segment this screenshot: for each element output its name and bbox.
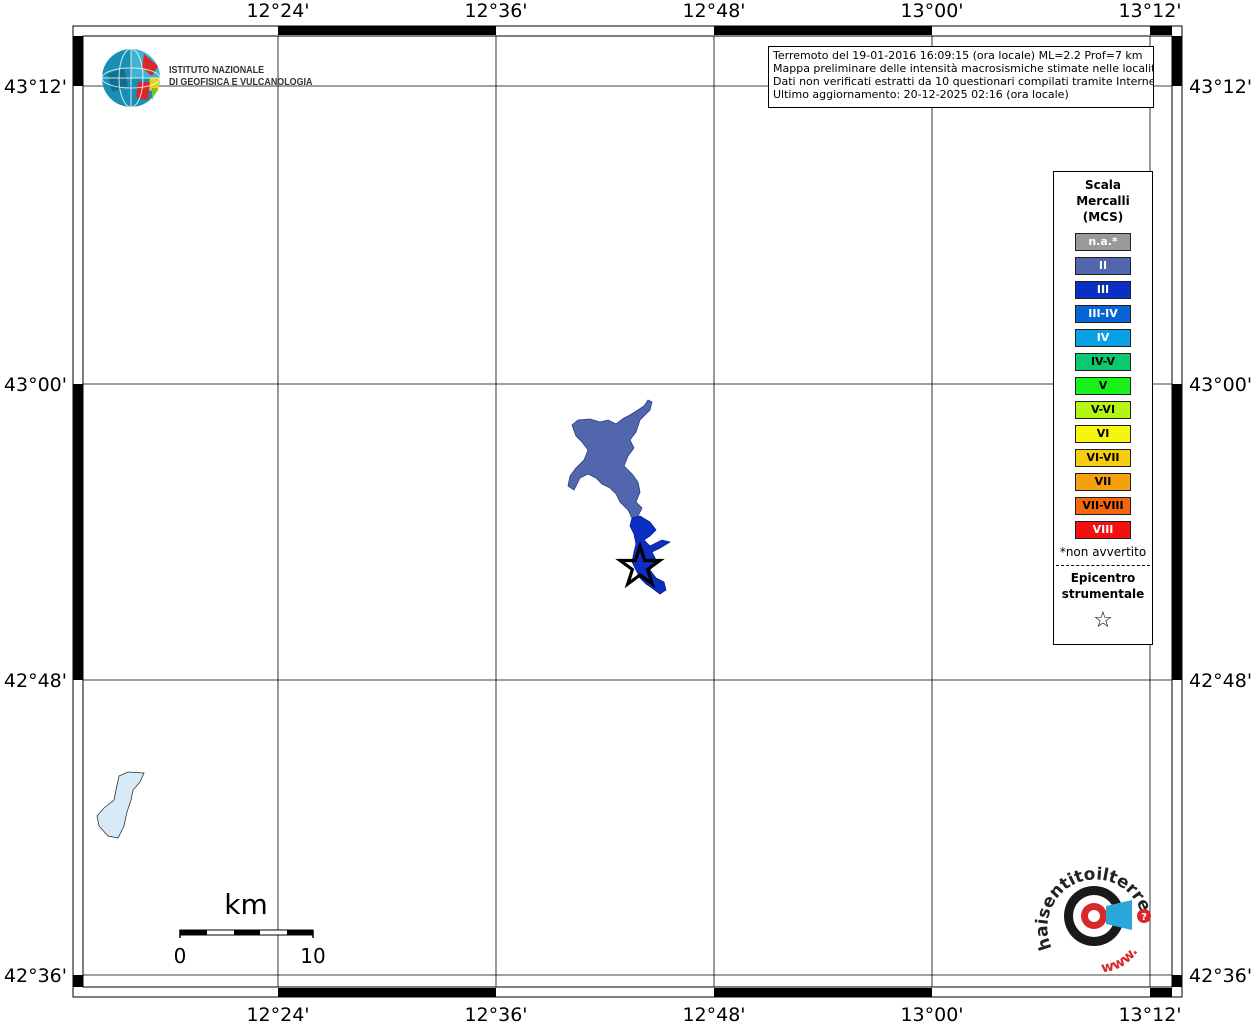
legend-item-viii: VIII (1075, 521, 1131, 539)
scale-bar-unit: km (224, 888, 268, 921)
event-info-box: Terremoto del 19-01-2016 16:09:15 (ora l… (768, 46, 1154, 108)
legend-star-icon: ☆ (1093, 608, 1113, 633)
legend-item-iii-iv: III-IV (1075, 305, 1131, 323)
legend-title: Scala Mercalli (MCS) (1054, 177, 1152, 225)
event-info-line3: Dati non verificati estratti da 10 quest… (773, 75, 1154, 88)
lon-label-top-5: 13°12' (1118, 0, 1181, 22)
legend-item-iv-v: IV-V (1075, 353, 1131, 371)
lon-label-bottom-2: 12°36' (464, 1004, 527, 1024)
ingv-logo-line2: DI GEOFISICA E VULCANOLOGIA (169, 76, 313, 88)
lon-label-bottom-1: 12°24' (246, 1004, 309, 1024)
event-info-line1: Terremoto del 19-01-2016 16:09:15 (ora l… (773, 49, 1143, 62)
lon-label-top-4: 13°00' (900, 0, 963, 22)
lon-label-top-2: 12°36' (464, 0, 527, 22)
lon-label-bottom-3: 12°48' (682, 1004, 745, 1024)
lon-label-bottom-4: 13°00' (900, 1004, 963, 1024)
map-plot-area (82, 35, 1173, 988)
lat-label-left-2: 43°00' (4, 374, 67, 396)
svg-text:?: ? (1141, 912, 1147, 923)
lon-label-top-1: 12°24' (246, 0, 309, 22)
mcs-legend: Scala Mercalli (MCS) n.a.* II III III-IV IV I… (1053, 171, 1153, 645)
legend-title-line2: Mercalli (1076, 194, 1130, 208)
legend-item-iv: IV (1075, 329, 1131, 347)
legend-item-v-vi: V-VI (1075, 401, 1131, 419)
legend-separator (1056, 565, 1150, 566)
lat-label-right-3: 42°48' (1189, 670, 1252, 692)
legend-title-line3: (MCS) (1082, 210, 1124, 224)
legend-item-vii: VII (1075, 473, 1131, 491)
legend-item-v: V (1075, 377, 1131, 395)
lat-label-left-4: 42°36' (4, 965, 67, 987)
lon-label-bottom-5: 13°12' (1118, 1004, 1181, 1024)
legend-item-ii: II (1075, 257, 1131, 275)
lat-label-right-2: 43°00' (1189, 374, 1252, 396)
legend-epicenter-line1: Epicentro (1070, 571, 1136, 585)
legend-epicenter-line2: strumentale (1061, 587, 1145, 601)
legend-note: *non avvertito (1059, 545, 1147, 559)
scale-bar-min: 0 (174, 944, 187, 968)
lat-label-left-3: 42°48' (4, 670, 67, 692)
hst-logo-www-textpath: www. (1100, 944, 1141, 975)
ingv-logo-text: ISTITUTO NAZIONALE DI GEOFISICA E VULCAN… (169, 64, 312, 88)
legend-item-vi: VI (1075, 425, 1131, 443)
legend-item-n-a: n.a.* (1075, 233, 1131, 251)
legend-item-vii-viii: VII-VIII (1075, 497, 1131, 515)
lon-label-top-3: 12°48' (682, 0, 745, 22)
hst-logo: haisentitoilterremoto.it www. ? (1032, 860, 1155, 975)
ingv-logo: ISTITUTO NAZIONALE DI GEOFISICA E VULCAN… (100, 46, 330, 110)
event-info-line2: Mappa preliminare delle intensità macros… (773, 62, 1154, 75)
ingv-globe-icon (101, 48, 161, 108)
legend-item-iii: III (1075, 281, 1131, 299)
legend-epicenter-label: Epicentro strumentale (1054, 570, 1152, 602)
ingv-logo-line1: ISTITUTO NAZIONALE (169, 64, 265, 76)
lat-label-right-4: 42°36' (1189, 965, 1252, 987)
lat-label-left-1: 43°12' (4, 76, 67, 98)
hst-logo-www: www. (1100, 944, 1141, 975)
lat-label-right-1: 43°12' (1189, 76, 1252, 98)
legend-items: n.a.* II III III-IV IV IV-V V V-VI VI VI-VII VII VI… (1054, 233, 1152, 539)
scale-bar-max: 10 (300, 944, 325, 968)
legend-item-vi-vii: VI-VII (1075, 449, 1131, 467)
event-info-line4: Ultimo aggiornamento: 20-12-2025 02:16 (… (773, 88, 1069, 101)
legend-title-line1: Scala (1084, 178, 1122, 192)
